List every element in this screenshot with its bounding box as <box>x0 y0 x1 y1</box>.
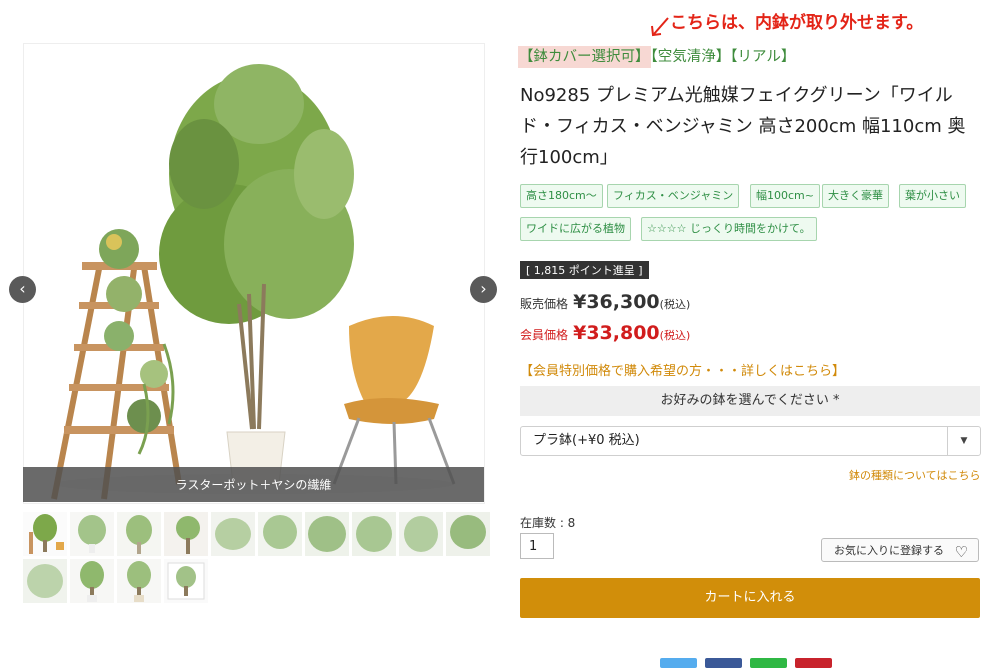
thumbnail[interactable] <box>211 512 255 556</box>
thumbnail[interactable] <box>117 559 161 603</box>
pot-select-dropdown[interactable]: プラ鉢(+¥0 税込) ▼ <box>520 426 981 456</box>
sale-price-tax: (税込) <box>659 298 691 311</box>
thumbnail[interactable] <box>164 512 208 556</box>
chip-small-leaves[interactable]: 葉が小さい <box>899 184 966 208</box>
chevron-right-icon: › <box>480 279 487 298</box>
add-to-cart-button[interactable]: カートに入れる <box>520 578 980 618</box>
thumbnail[interactable] <box>352 512 396 556</box>
inner-pot-annotation: こちらは、内鉢が取り外せます。 <box>670 13 924 33</box>
quantity-input[interactable]: 1 <box>520 533 554 559</box>
member-price-link[interactable]: 【会員特別価格で購入希望の方・・・詳しくはこちら】 <box>520 360 845 379</box>
twitter-share-button[interactable] <box>660 658 697 668</box>
member-price-value: ¥33,800 <box>573 322 660 344</box>
member-price-label: 会員価格 <box>520 328 569 342</box>
next-image-button[interactable]: › <box>470 276 497 303</box>
pot-cover-tag: 【鉢カバー選択可】 <box>518 46 651 68</box>
member-price: 会員価格 ¥33,800(税込) <box>520 322 690 344</box>
member-price-tax: (税込) <box>659 329 691 342</box>
pot-types-link[interactable]: 鉢の種類についてはこちら <box>849 467 980 483</box>
points-badge: [ 1,815 ポイント進呈 ] <box>520 261 649 279</box>
pot-selected-value: プラ鉢(+¥0 税込) <box>533 433 640 448</box>
pot-select-header: お好みの鉢を選んでください * <box>520 386 980 416</box>
sale-price-label: 販売価格 <box>520 297 569 311</box>
thumbnail[interactable] <box>117 512 161 556</box>
line-share-button[interactable] <box>750 658 787 668</box>
thumbnail[interactable] <box>70 512 114 556</box>
pinterest-share-button[interactable] <box>795 658 832 668</box>
image-caption: ラスターポット＋ヤシの繊維 <box>23 467 484 502</box>
thumbnail[interactable] <box>23 512 67 556</box>
stock-count: 在庫数 : 8 <box>520 516 576 530</box>
thumbnail[interactable] <box>258 512 302 556</box>
chip-rating[interactable]: ☆☆☆☆ じっくり時間をかけて。 <box>641 217 817 241</box>
other-tags: 【空気清浄】【リアル】 <box>650 49 796 65</box>
thumbnail[interactable] <box>23 559 67 603</box>
chip-ficus[interactable]: フィカス・ベンジャミン <box>607 184 740 208</box>
chip-height[interactable]: 高さ180cm～ <box>520 184 603 208</box>
chevron-left-icon: ‹ <box>19 279 26 298</box>
chevron-down-icon[interactable]: ▼ <box>947 427 980 455</box>
chip-gorgeous[interactable]: 大きく豪華 <box>822 184 889 208</box>
prev-image-button[interactable]: ‹ <box>9 276 36 303</box>
thumbnail[interactable] <box>446 512 490 556</box>
chip-width[interactable]: 幅100cm~ <box>750 184 820 208</box>
thumbnail[interactable] <box>399 512 443 556</box>
main-product-image[interactable] <box>23 43 485 504</box>
thumbnail[interactable] <box>305 512 349 556</box>
favorite-label: お気に入りに登録する <box>834 544 944 557</box>
product-title: No9285 プレミアム光触媒フェイクグリーン「ワイルド・フィカス・ベンジャミン… <box>520 85 966 168</box>
annotation-arrow-icon <box>651 17 669 37</box>
feature-tags: 【鉢カバー選択可】【空気清浄】【リアル】 <box>518 45 796 68</box>
chip-wide-plant[interactable]: ワイドに広がる植物 <box>520 217 631 241</box>
sale-price-value: ¥36,300 <box>573 291 660 313</box>
add-favorite-button[interactable]: お気に入りに登録する ♡ <box>821 538 979 562</box>
facebook-share-button[interactable] <box>705 658 742 668</box>
thumbnail[interactable] <box>164 559 208 603</box>
heart-icon: ♡ <box>954 543 968 561</box>
sale-price: 販売価格 ¥36,300(税込) <box>520 291 690 313</box>
thumbnail[interactable] <box>70 559 114 603</box>
